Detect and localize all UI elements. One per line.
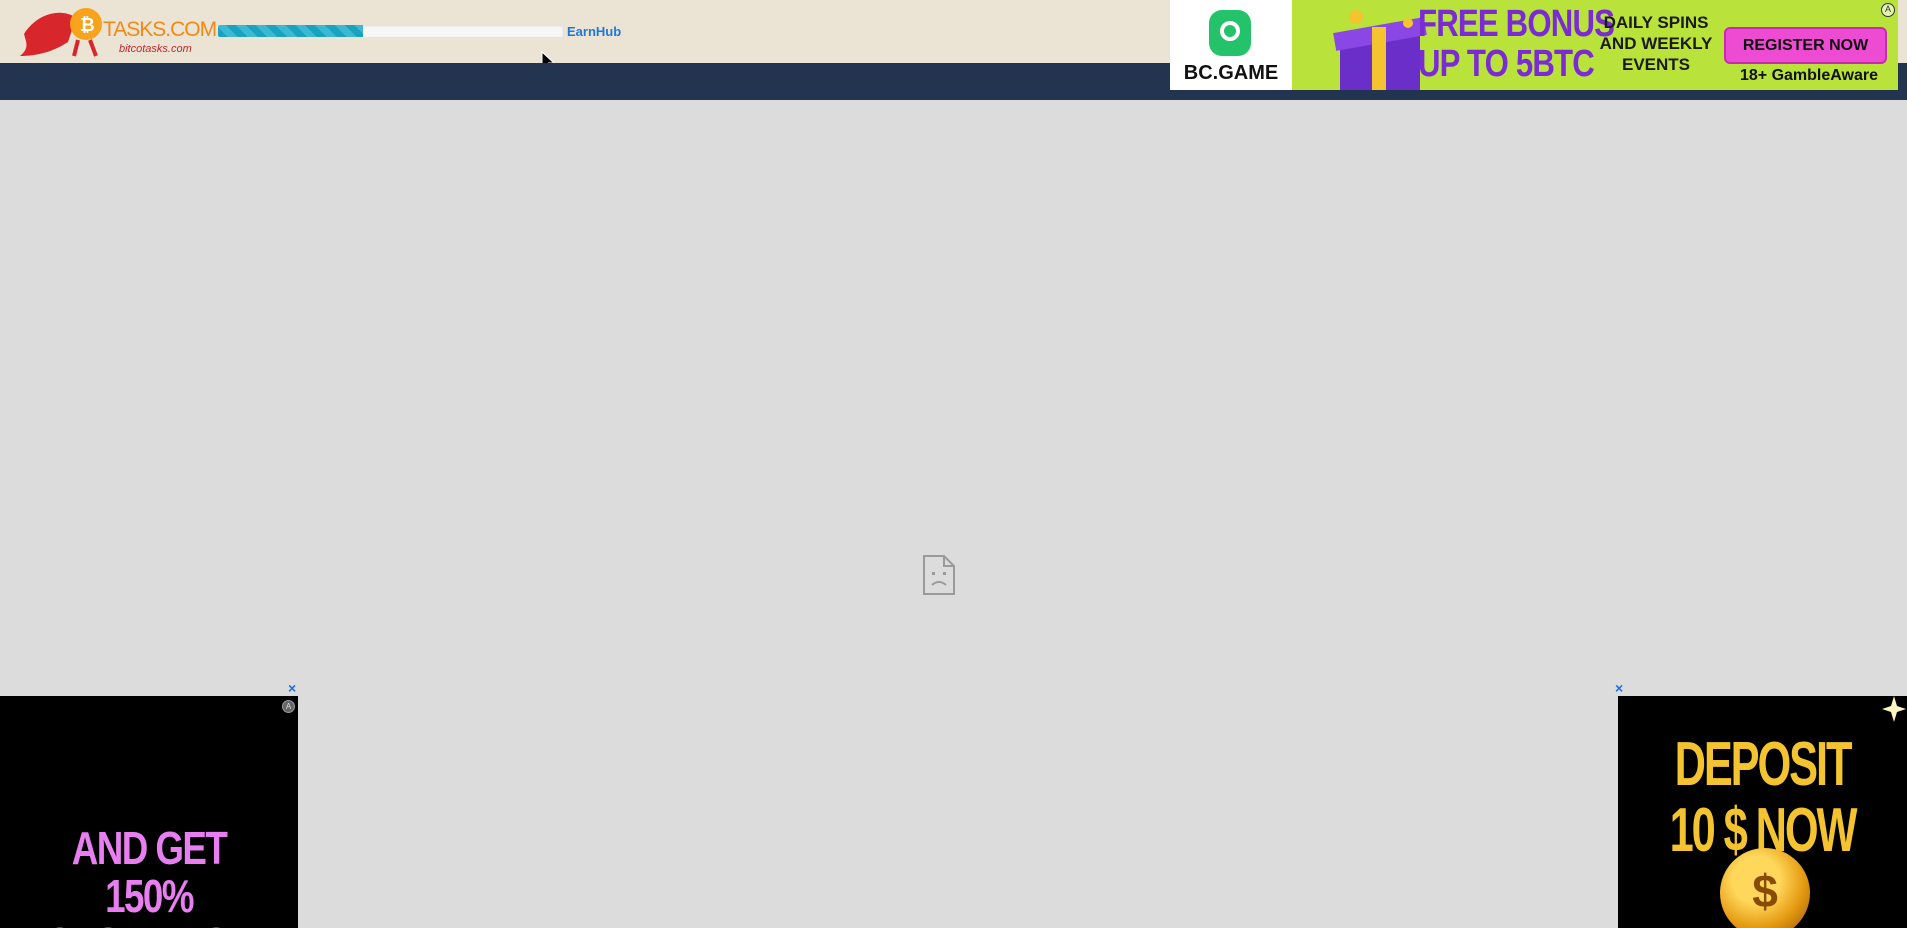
logo-title: TASKS.COM — [103, 18, 217, 41]
site-logo[interactable]: ₿ TASKS.COM bitcotasks.com — [18, 4, 217, 60]
left-ad-line2: CASH BACK — [30, 920, 268, 928]
bonus-headline-line1: FREE BONUS — [1418, 3, 1615, 45]
left-ad-headline: AND GET 150% CASH BACK — [0, 824, 298, 928]
adchoices-icon[interactable]: A — [1881, 3, 1895, 17]
daily-spins-text: DAILY SPINS AND WEEKLY EVENTS — [1599, 13, 1713, 74]
sparkle-icon — [1882, 696, 1906, 722]
bc-game-logo: BC.GAME — [1170, 0, 1292, 90]
logo-subtitle: bitcotasks.com — [119, 43, 192, 55]
left-ad-line1: AND GET 150% — [71, 822, 228, 922]
register-now-button[interactable]: REGISTER NOW — [1724, 27, 1887, 64]
right-ad-line1: DEPOSIT — [1674, 730, 1853, 799]
page-progress-fill — [218, 25, 363, 37]
gold-coin-icon: $ — [1720, 848, 1810, 928]
broken-page-icon — [923, 555, 955, 595]
bonus-headline-line2: UP TO 5BTC — [1418, 43, 1595, 85]
bc-game-brand: BC.GAME — [1183, 62, 1279, 84]
right-side-ad[interactable]: DEPOSIT 10 $ NOW $ — [1618, 696, 1907, 928]
right-ad-headline: DEPOSIT 10 $ NOW — [1618, 732, 1907, 864]
bonus-headline: FREE BONUS UP TO 5BTC — [1418, 3, 1615, 85]
bc-game-icon — [1209, 10, 1251, 56]
left-ad-close-button[interactable]: × — [288, 681, 296, 695]
top-banner-ad[interactable]: BC.GAME FREE BONUS UP TO 5BTC DAILY SPIN… — [1170, 0, 1898, 90]
left-adchoices-icon[interactable]: A — [282, 700, 295, 713]
svg-text:₿: ₿ — [80, 15, 95, 35]
earnhub-link[interactable]: EarnHub — [567, 24, 621, 39]
right-ad-close-button[interactable]: × — [1615, 681, 1623, 695]
gamble-aware-label: 18+ GambleAware — [1740, 67, 1879, 84]
page-progress-bar — [218, 25, 563, 37]
left-side-ad[interactable]: A AND GET 150% CASH BACK — [0, 696, 298, 928]
